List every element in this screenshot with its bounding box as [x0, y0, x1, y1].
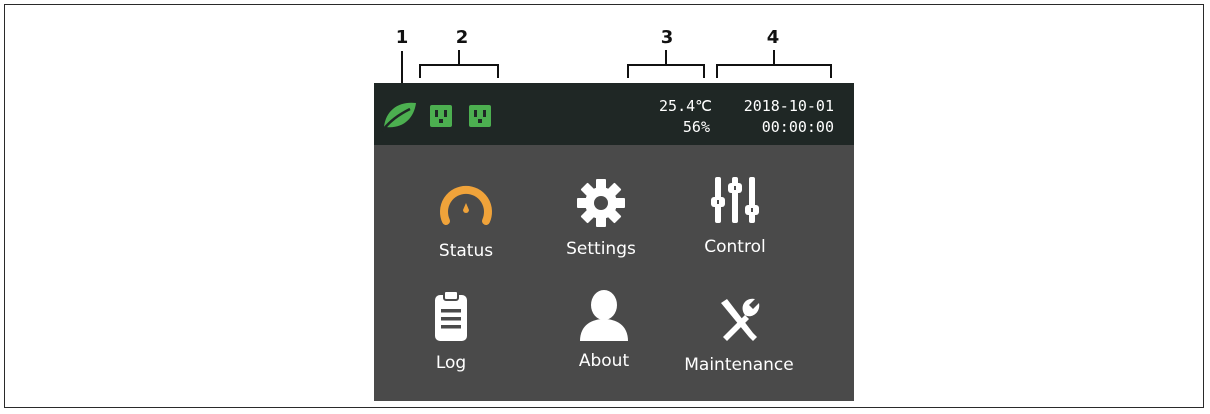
date-readout: 2018-10-01: [743, 97, 834, 115]
log-tile[interactable]: Log: [386, 289, 516, 373]
control-label: Control: [704, 237, 766, 257]
callout-2-bracket: [419, 50, 499, 78]
figure-frame: 1 2 3 4 25.4℃ 56% 2018-10-01 00:00:00 St…: [4, 4, 1204, 408]
gear-icon: [577, 179, 625, 227]
gauge-icon: [440, 185, 492, 225]
clipboard-icon: [435, 290, 467, 341]
outlet-icon: [430, 105, 452, 127]
status-tile[interactable]: Status: [401, 177, 531, 261]
maintenance-tile[interactable]: Maintenance: [674, 291, 804, 375]
about-tile[interactable]: About: [539, 287, 669, 371]
humidity-readout: 56%: [682, 118, 710, 136]
log-label: Log: [435, 353, 467, 373]
time-readout: 00:00:00: [761, 118, 834, 136]
about-label: About: [578, 351, 630, 371]
control-tile[interactable]: Control: [670, 173, 800, 257]
callout-4: 4: [766, 27, 780, 48]
callout-3: 3: [660, 27, 674, 48]
tools-icon: [721, 298, 760, 341]
leaf-icon: [381, 102, 416, 132]
device-screen: 25.4℃ 56% 2018-10-01 00:00:00 Status Set…: [374, 83, 854, 401]
settings-label: Settings: [566, 239, 636, 259]
maintenance-label: Maintenance: [684, 355, 794, 375]
user-icon: [580, 290, 628, 341]
status-label: Status: [438, 241, 494, 261]
callout-1: 1: [395, 27, 409, 48]
temperature-readout: 25.4℃: [659, 97, 712, 115]
callout-3-bracket: [627, 50, 705, 78]
settings-tile[interactable]: Settings: [536, 175, 666, 259]
status-bar: 25.4℃ 56% 2018-10-01 00:00:00: [374, 83, 854, 145]
callout-2: 2: [455, 27, 469, 48]
outlet-icon: [469, 105, 491, 127]
sliders-icon: [711, 177, 759, 223]
callout-4-bracket: [716, 50, 832, 78]
